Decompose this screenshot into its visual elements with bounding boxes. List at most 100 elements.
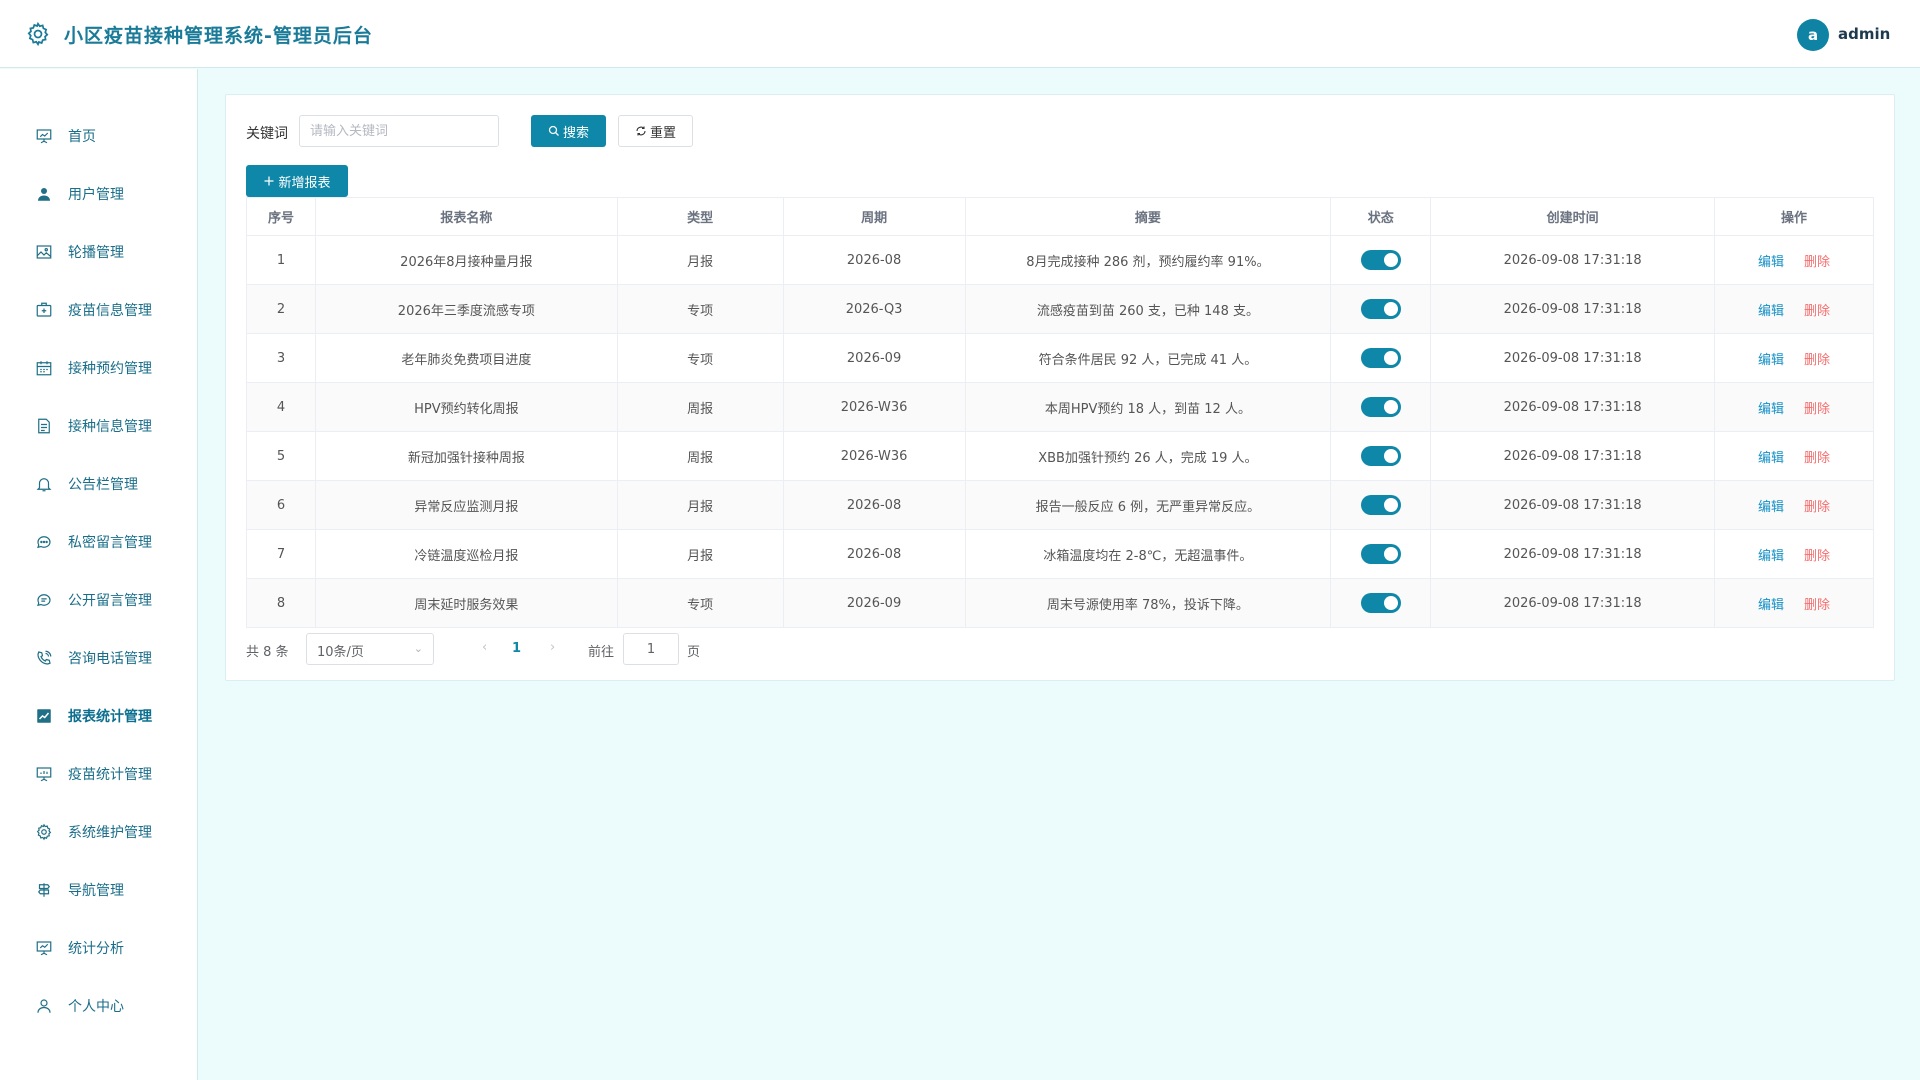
sidebar-item-profile[interactable]: 个人中心 (0, 986, 198, 1026)
prev-page-button[interactable]: ‹ (482, 640, 487, 655)
cell-status (1330, 578, 1432, 628)
status-toggle[interactable] (1360, 593, 1401, 613)
edit-link[interactable]: 编辑 (1758, 549, 1784, 564)
keyword-input[interactable] (299, 115, 499, 147)
cell-status (1330, 431, 1432, 481)
status-toggle[interactable] (1360, 544, 1401, 564)
edit-link[interactable]: 编辑 (1758, 353, 1784, 368)
status-toggle[interactable] (1360, 299, 1401, 319)
delete-link[interactable]: 删除 (1804, 500, 1830, 515)
edit-link[interactable]: 编辑 (1758, 598, 1784, 613)
edit-link[interactable]: 编辑 (1758, 500, 1784, 515)
cell-no: 3 (246, 333, 316, 383)
edit-link[interactable]: 编辑 (1758, 304, 1784, 319)
next-page-button[interactable]: › (550, 640, 555, 655)
cell-created: 2026-09-08 17:31:18 (1430, 382, 1716, 432)
edit-link[interactable]: 编辑 (1758, 402, 1784, 417)
status-toggle[interactable] (1360, 446, 1401, 466)
avatar[interactable]: a (1797, 19, 1829, 51)
delete-link[interactable]: 删除 (1804, 255, 1830, 270)
trend-chart-icon (37, 709, 51, 723)
goto-page-input[interactable] (623, 633, 679, 665)
cell-actions: 编辑 删除 (1714, 284, 1874, 334)
sidebar-item-vaccination-info[interactable]: 接种信息管理 (0, 406, 198, 446)
cell-summary: 报告一般反应 6 例，无严重异常反应。 (964, 480, 1332, 530)
first-aid-kit-icon (36, 302, 52, 317)
cell-name: 冷链温度巡检月报 (314, 529, 618, 579)
delete-link[interactable]: 删除 (1804, 451, 1830, 466)
data-analysis-icon (36, 941, 52, 956)
cell-type: 月报 (616, 235, 784, 285)
cell-actions: 编辑 删除 (1714, 235, 1874, 285)
sidebar-item-report-stats[interactable]: 报表统计管理 (0, 696, 198, 736)
cell-actions: 编辑 删除 (1714, 529, 1874, 579)
username[interactable]: admin (1838, 25, 1890, 43)
sidebar-item-analytics[interactable]: 统计分析 (0, 928, 198, 968)
status-toggle[interactable] (1360, 250, 1401, 270)
delete-link[interactable]: 删除 (1804, 304, 1830, 319)
main-panel: 关键词 搜索 重置 新增报表 序号 报表名称 类型 周期 摘要 状态 创建时间 … (225, 94, 1895, 681)
edit-link[interactable]: 编辑 (1758, 451, 1784, 466)
column-header-period: 周期 (782, 197, 966, 236)
delete-link[interactable]: 删除 (1804, 549, 1830, 564)
cell-actions: 编辑 删除 (1714, 382, 1874, 432)
cell-name: 周末延时服务效果 (314, 578, 618, 628)
cell-created: 2026-09-08 17:31:18 (1430, 333, 1716, 383)
status-toggle[interactable] (1360, 348, 1401, 368)
cell-type: 周报 (616, 382, 784, 432)
sidebar-item-carousel[interactable]: 轮播管理 (0, 232, 198, 272)
column-header-summary: 摘要 (964, 197, 1332, 236)
search-button[interactable]: 搜索 (531, 115, 606, 147)
delete-link[interactable]: 删除 (1804, 353, 1830, 368)
cell-period: 2026-08 (782, 480, 966, 530)
page-suffix: 页 (687, 645, 701, 660)
status-toggle[interactable] (1360, 397, 1401, 417)
reset-button[interactable]: 重置 (618, 115, 693, 147)
edit-link[interactable]: 编辑 (1758, 255, 1784, 270)
sidebar-item-appointment[interactable]: 接种预约管理 (0, 348, 198, 388)
page-size-value: 10条/页 (317, 645, 364, 660)
sidebar-item-private-message[interactable]: 私密留言管理 (0, 522, 198, 562)
cell-type: 专项 (616, 333, 784, 383)
chat-dots-icon (37, 536, 51, 549)
cell-period: 2026-W36 (782, 431, 966, 481)
sidebar-item-label: 导航管理 (68, 883, 124, 899)
sidebar-item-label: 接种信息管理 (68, 419, 152, 435)
sidebar-item-users[interactable]: 用户管理 (0, 174, 198, 214)
sidebar-item-vaccine-stats[interactable]: 疫苗统计管理 (0, 754, 198, 794)
add-report-button[interactable]: 新增报表 (246, 165, 348, 197)
chevron-down-icon: ⌄ (413, 642, 423, 655)
cell-status (1330, 284, 1432, 334)
bell-icon (36, 478, 52, 492)
cell-type: 月报 (616, 529, 784, 579)
picture-icon (36, 245, 52, 259)
cell-created: 2026-09-08 17:31:18 (1430, 235, 1716, 285)
page-number-current[interactable]: 1 (512, 641, 521, 656)
status-toggle[interactable] (1360, 495, 1401, 515)
cell-name: HPV预约转化周报 (314, 382, 618, 432)
sidebar-item-bulletin[interactable]: 公告栏管理 (0, 464, 198, 504)
cell-type: 专项 (616, 284, 784, 334)
cell-no: 8 (246, 578, 316, 628)
column-header-no: 序号 (246, 197, 316, 236)
table-row: 7 冷链温度巡检月报 月报 2026-08 冰箱温度均在 2-8℃，无超温事件。… (246, 529, 1874, 579)
sidebar-item-label: 报表统计管理 (68, 709, 152, 725)
presentation-icon (36, 129, 52, 144)
sidebar-item-public-message[interactable]: 公开留言管理 (0, 580, 198, 620)
phone-icon (37, 650, 52, 665)
delete-link[interactable]: 删除 (1804, 598, 1830, 613)
cell-status (1330, 333, 1432, 383)
column-header-actions: 操作 (1714, 197, 1874, 236)
sidebar-item-label: 首页 (68, 129, 96, 145)
sidebar-item-hotline[interactable]: 咨询电话管理 (0, 638, 198, 678)
sidebar-item-system-maintenance[interactable]: 系统维护管理 (0, 812, 198, 852)
sidebar-item-navigation[interactable]: 导航管理 (0, 870, 198, 910)
delete-link[interactable]: 删除 (1804, 402, 1830, 417)
page-size-select[interactable]: 10条/页 ⌄ (306, 633, 434, 665)
cell-period: 2026-09 (782, 578, 966, 628)
gear-logo-icon (27, 21, 49, 47)
sidebar-item-home[interactable]: 首页 (0, 116, 198, 156)
cell-period: 2026-Q3 (782, 284, 966, 334)
sidebar-item-vaccine-info[interactable]: 疫苗信息管理 (0, 290, 198, 330)
cell-name: 老年肺炎免费项目进度 (314, 333, 618, 383)
